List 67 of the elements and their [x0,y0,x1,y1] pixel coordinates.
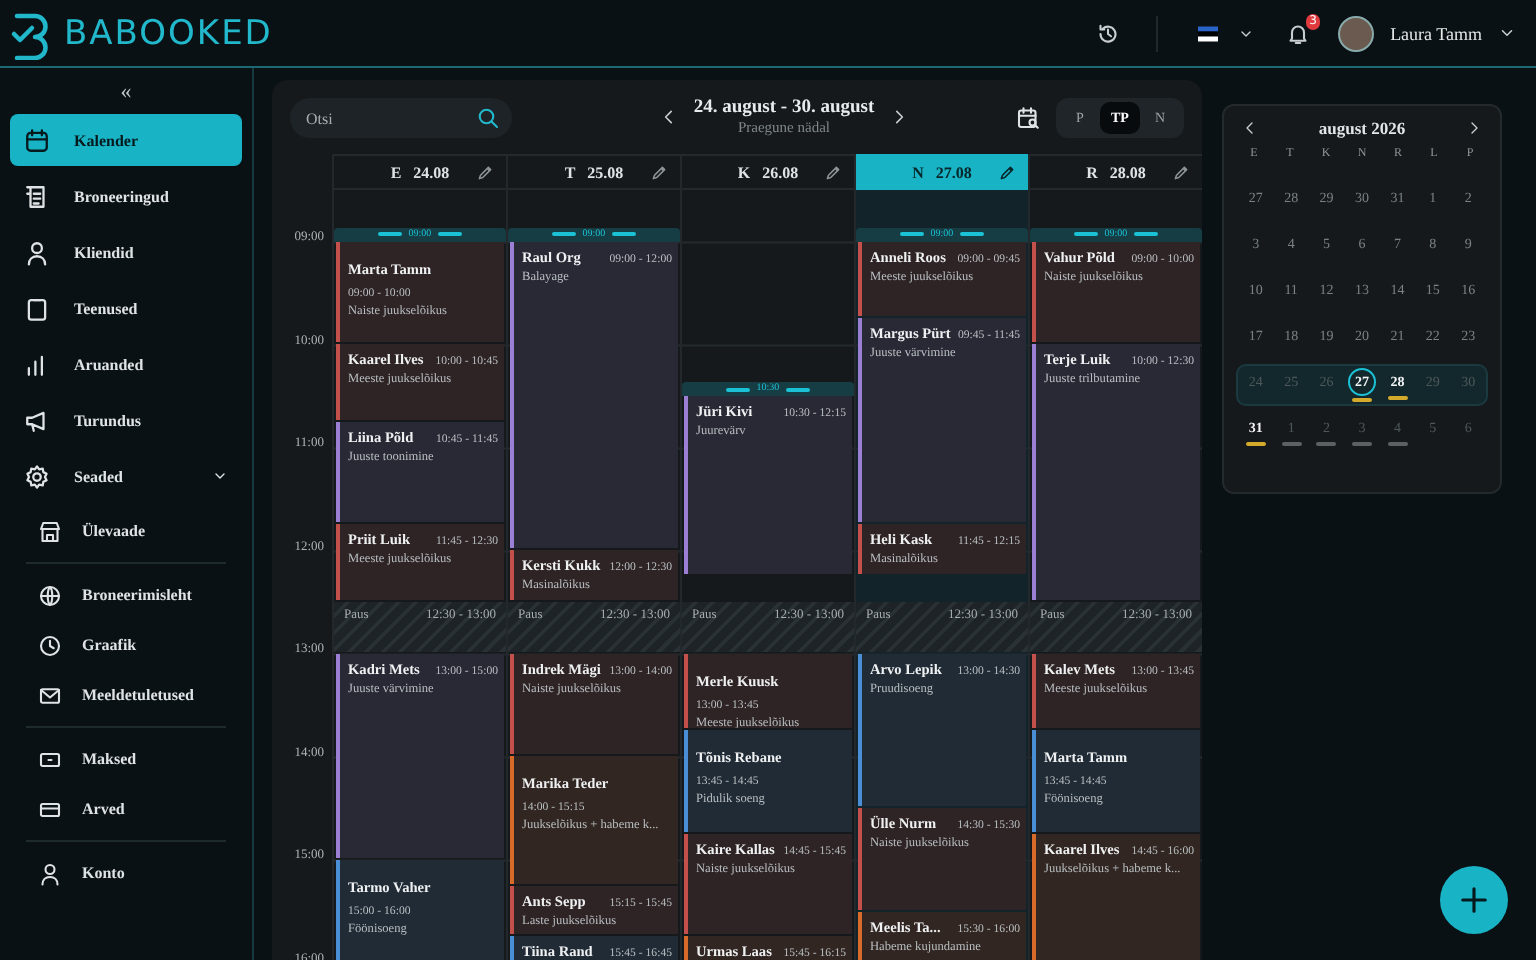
flag-icon[interactable] [1194,23,1223,43]
month-title: august 2026 [1318,118,1406,138]
pencil-icon[interactable] [824,164,842,182]
chevron-left-icon[interactable] [659,108,678,126]
date-label: 28.08 [1109,163,1146,181]
person-icon [24,239,50,265]
chevron-left-icon[interactable] [1242,120,1258,136]
sidebar-item[interactable]: Aruanded [10,338,242,390]
mail-icon [38,683,62,707]
weekday-label: N [912,163,924,181]
weekday-label: K [737,163,751,181]
search-field[interactable]: Otsi [290,98,512,138]
clipboard-icon [24,295,50,321]
weekday-label: R [1086,163,1098,181]
sidebar-subitem[interactable]: Meeldetuletused [10,670,242,720]
chevron-right-icon[interactable] [890,108,909,126]
cash-icon [38,747,62,771]
plus-icon [1456,882,1492,918]
chevron-down-icon[interactable] [212,468,228,484]
user-name[interactable]: Laura Tamm [1390,23,1482,43]
sidebar-subitem[interactable]: Graafik [10,620,242,670]
logo-text: BABOOKED [64,13,273,53]
day-header[interactable]: T 25.08 [508,154,680,190]
sidebar-subitem[interactable]: Konto [10,848,242,898]
date-label: 26.08 [762,163,799,181]
sidebar-item[interactable]: Broneeringud [10,170,242,222]
weekday-label: T [564,163,576,181]
receipt-icon [24,183,50,209]
sidebar-item[interactable]: Kalender [10,114,242,166]
clock-icon [38,633,62,657]
calendar-icon [24,127,50,153]
collapse-button[interactable]: « [120,80,132,104]
add-button[interactable] [1440,866,1508,934]
date-label: 27.08 [935,163,972,181]
megaphone-icon [24,407,50,433]
day-header[interactable]: K 26.08 [682,154,854,190]
pencil-icon[interactable] [650,164,668,182]
date-label: 25.08 [587,163,624,181]
history-icon[interactable] [1096,21,1121,45]
sidebar-item[interactable]: Kliendid [10,226,242,278]
day-header[interactable]: R 28.08 [1030,154,1202,190]
card-icon [38,797,62,821]
bell-icon[interactable] [1286,21,1311,45]
day-header[interactable]: N 27.08 [856,154,1028,190]
calendar-search-icon[interactable] [1016,105,1040,129]
chevron-down-icon[interactable] [1498,24,1516,42]
gear-icon [24,463,50,489]
day-header[interactable]: E 24.08 [334,154,506,190]
store-icon [38,519,62,543]
weekday-label: E [390,163,402,181]
sidebar-subitem[interactable]: Ülevaade [10,506,242,556]
sidebar-item[interactable]: Turundus [10,394,242,446]
sidebar-item[interactable]: Seaded [10,450,242,502]
chevron-right-icon[interactable] [1466,120,1482,136]
avatar[interactable] [1338,15,1375,51]
sidebar-subitem[interactable]: Maksed [10,734,242,784]
pencil-icon[interactable] [998,164,1016,182]
person-icon [38,861,62,885]
date-range: 24. august - 30. august [693,98,875,118]
pencil-icon[interactable] [1172,164,1190,182]
pencil-icon[interactable] [476,164,494,182]
search-icon[interactable] [476,105,500,129]
sidebar-item[interactable]: Teenused [10,282,242,334]
date-label: 24.08 [413,163,450,181]
globe-icon [38,583,62,607]
sidebar-subitem[interactable]: Arved [10,784,242,834]
sidebar-subitem[interactable]: Broneerimisleht [10,570,242,620]
